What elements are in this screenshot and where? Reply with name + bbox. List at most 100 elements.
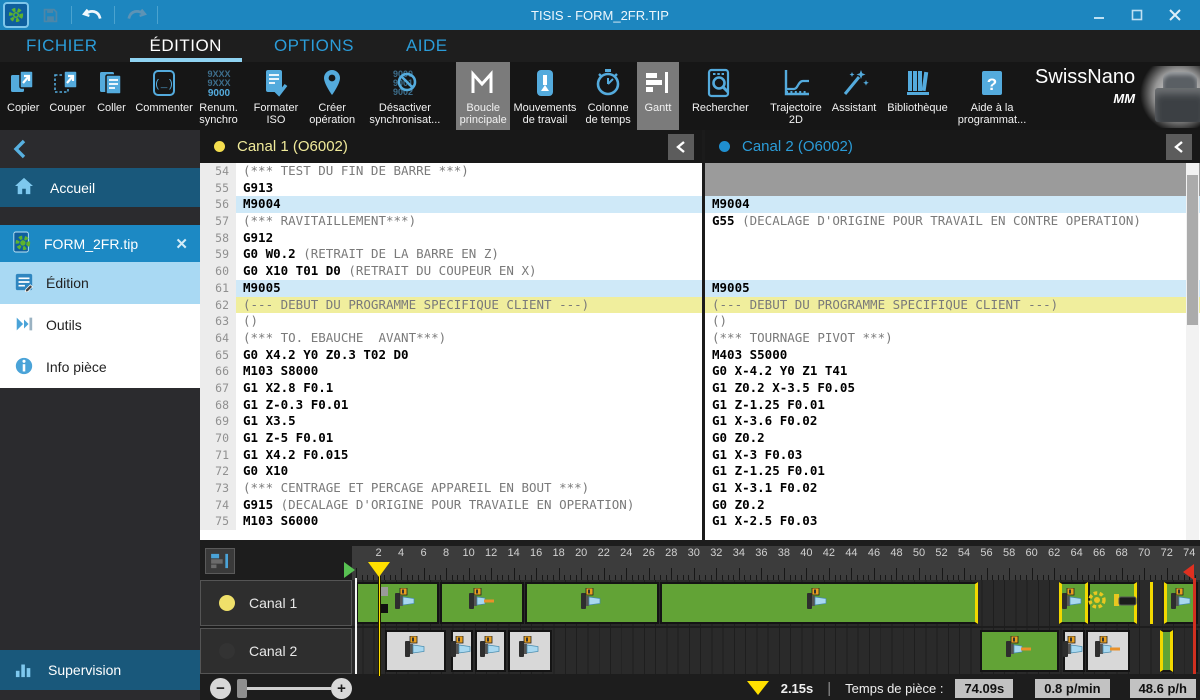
code-line[interactable]: 63() xyxy=(200,313,702,330)
gantt-operation-bar[interactable] xyxy=(1160,630,1174,672)
code-line[interactable]: M9005 xyxy=(705,280,1200,297)
code-line[interactable]: 58G912 xyxy=(200,230,702,247)
gantt-row-label-canal-2[interactable]: Canal 2 xyxy=(200,628,352,674)
gantt-operation-bar[interactable] xyxy=(1150,582,1153,624)
file-tab[interactable]: FORM_2FR.tip ✕ xyxy=(0,225,200,262)
code-line[interactable]: 72G0 X10 xyxy=(200,463,702,480)
gantt-operation-bar[interactable] xyxy=(385,630,446,672)
cr-er-op-ration-button[interactable]: Créer opération xyxy=(302,62,361,130)
code-line[interactable]: 66M103 S8000 xyxy=(200,363,702,380)
gantt-operation-bar[interactable] xyxy=(525,582,659,624)
copier-button[interactable]: Copier xyxy=(2,62,44,130)
code-line[interactable]: 60G0 X10 T01 D0 (RETRAIT DU COUPEUR EN X… xyxy=(200,263,702,280)
code-line[interactable]: G0 Z0.2 xyxy=(705,497,1200,514)
gantt-operation-bar[interactable] xyxy=(980,630,1059,672)
sidebar-collapse-button[interactable] xyxy=(0,130,200,168)
code-line[interactable]: M9004 xyxy=(705,196,1200,213)
code-line[interactable]: G1 Z0.2 X-3.5 F0.05 xyxy=(705,380,1200,397)
menu-fichier[interactable]: FICHIER xyxy=(0,30,124,62)
code-line[interactable] xyxy=(705,180,1200,197)
gantt-time-ruler[interactable]: 2468101214161820222426283032343638404244… xyxy=(352,546,1200,580)
code-line[interactable]: 54(*** TEST DU FIN DE BARRE ***) xyxy=(200,163,702,180)
renum-synchro-button[interactable]: 9XXX9XXX9000Renum. synchro xyxy=(188,62,250,130)
zoom-out-button[interactable]: − xyxy=(210,678,231,699)
code-line[interactable]: 61M9005 xyxy=(200,280,702,297)
code-line[interactable]: G1 Z-1.25 F0.01 xyxy=(705,397,1200,414)
code-line[interactable]: 57(*** RAVITAILLEMENT***) xyxy=(200,213,702,230)
rechercher-button[interactable]: Rechercher xyxy=(687,62,754,130)
code-line[interactable]: G1 X-3.1 F0.02 xyxy=(705,480,1200,497)
gantt-track-canal-1[interactable] xyxy=(352,580,1200,626)
assistant-button[interactable]: Assistant xyxy=(830,62,878,130)
code-line[interactable]: 68G1 Z-0.3 F0.01 xyxy=(200,397,702,414)
couper-button[interactable]: Couper xyxy=(44,62,90,130)
code-line[interactable]: G1 X-3 F0.03 xyxy=(705,447,1200,464)
canal2-scrollbar-thumb[interactable] xyxy=(1187,175,1198,325)
canal2-code-editor[interactable]: M9004G55 (DECALAGE D'ORIGINE POUR TRAVAI… xyxy=(705,163,1200,540)
coller-button[interactable]: Coller xyxy=(90,62,132,130)
sidebar-item--dition[interactable]: Édition xyxy=(0,262,200,304)
biblioth-que-button[interactable]: Bibliothèque xyxy=(886,62,949,130)
time-cursor-marker-icon[interactable] xyxy=(368,562,390,577)
gantt-view-icon[interactable] xyxy=(205,548,235,574)
trajectoire-2d-button[interactable]: Trajectoire 2D xyxy=(762,62,830,130)
code-line[interactable]: G0 X-4.2 Y0 Z1 T41 xyxy=(705,363,1200,380)
code-line[interactable]: 73(*** CENTRAGE ET PERCAGE APPAREIL EN B… xyxy=(200,480,702,497)
code-line[interactable]: M403 S5000 xyxy=(705,347,1200,364)
zoom-slider-handle[interactable] xyxy=(237,679,247,698)
code-line[interactable] xyxy=(705,163,1200,180)
code-line[interactable]: 74G915 (DECALAGE D'ORIGINE POUR TRAVAILE… xyxy=(200,497,702,514)
close-button[interactable] xyxy=(1156,0,1194,30)
gantt-operation-bar[interactable] xyxy=(475,630,505,672)
code-line[interactable]: 69G1 X3.5 xyxy=(200,413,702,430)
gantt-operation-bar[interactable] xyxy=(1086,630,1130,672)
code-line[interactable]: (*** TOURNAGE PIVOT ***) xyxy=(705,330,1200,347)
canal2-scrollbar[interactable] xyxy=(1186,163,1199,540)
code-line[interactable]: () xyxy=(705,313,1200,330)
menu-options[interactable]: OPTIONS xyxy=(248,30,380,62)
gantt-track-canal-2[interactable] xyxy=(352,628,1200,674)
canal1-collapse-button[interactable] xyxy=(668,134,694,160)
close-file-icon[interactable]: ✕ xyxy=(175,235,188,253)
code-line[interactable]: 67G1 X2.8 F0.1 xyxy=(200,380,702,397)
gantt-operation-bar[interactable] xyxy=(356,582,439,624)
sidebar-item-accueil[interactable]: Accueil xyxy=(0,168,200,207)
code-line[interactable]: G55 (DECALAGE D'ORIGINE POUR TRAVAIL EN … xyxy=(705,213,1200,230)
time-cursor-line[interactable] xyxy=(378,576,381,676)
gantt-operation-bar[interactable] xyxy=(1059,582,1088,624)
code-line[interactable]: 59G0 W0.2 (RETRAIT DE LA BARRE EN Z) xyxy=(200,246,702,263)
aide-la-programmat-button[interactable]: ?Aide à la programmat... xyxy=(949,62,1035,130)
menu-aide[interactable]: AIDE xyxy=(380,30,474,62)
code-line[interactable]: 55G913 xyxy=(200,180,702,197)
gantt-button[interactable]: Gantt xyxy=(637,62,679,130)
code-line[interactable]: 62(--- DEBUT DU PROGRAMME SPECIFIQUE CLI… xyxy=(200,297,702,314)
code-line[interactable]: G1 X-2.5 F0.03 xyxy=(705,513,1200,530)
code-line[interactable]: 71G1 X4.2 F0.015 xyxy=(200,447,702,464)
mouvements-de-travail-button[interactable]: Mouvements de travail xyxy=(510,62,579,130)
code-line[interactable]: 56M9004 xyxy=(200,196,702,213)
gantt-operation-bar[interactable] xyxy=(508,630,552,672)
formater-iso-button[interactable]: Formater ISO xyxy=(249,62,302,130)
start-marker-icon[interactable] xyxy=(344,562,355,578)
code-line[interactable]: G1 Z-1.25 F0.01 xyxy=(705,463,1200,480)
code-line[interactable]: 70G1 Z-5 F0.01 xyxy=(200,430,702,447)
canal2-collapse-button[interactable] xyxy=(1166,134,1192,160)
zoom-in-button[interactable]: + xyxy=(331,678,352,699)
code-line[interactable] xyxy=(705,246,1200,263)
zoom-slider-track[interactable] xyxy=(247,687,331,690)
gantt-operation-bar[interactable] xyxy=(440,582,523,624)
code-line[interactable]: 75M103 S6000 xyxy=(200,513,702,530)
minimize-button[interactable] xyxy=(1080,0,1118,30)
end-marker-icon[interactable] xyxy=(1183,564,1194,580)
code-line[interactable] xyxy=(705,230,1200,247)
d-sactiver-synchronisat-button[interactable]: 900090019002Désactiver synchronisat... xyxy=(362,62,448,130)
canal1-code-editor[interactable]: 54(*** TEST DU FIN DE BARRE ***)55G91356… xyxy=(200,163,702,540)
code-line[interactable]: (--- DEBUT DU PROGRAMME SPECIFIQUE CLIEN… xyxy=(705,297,1200,314)
commenter-button[interactable]: (_)Commenter xyxy=(140,62,187,130)
colonne-de-temps-button[interactable]: Colonne de temps xyxy=(579,62,637,130)
sidebar-item-supervision[interactable]: Supervision xyxy=(0,650,200,690)
gantt-row-label-canal-1[interactable]: Canal 1 xyxy=(200,580,352,626)
maximize-button[interactable] xyxy=(1118,0,1156,30)
sidebar-item-info-pi-ce[interactable]: Info pièce xyxy=(0,346,200,388)
menu-édition[interactable]: ÉDITION xyxy=(124,30,248,62)
